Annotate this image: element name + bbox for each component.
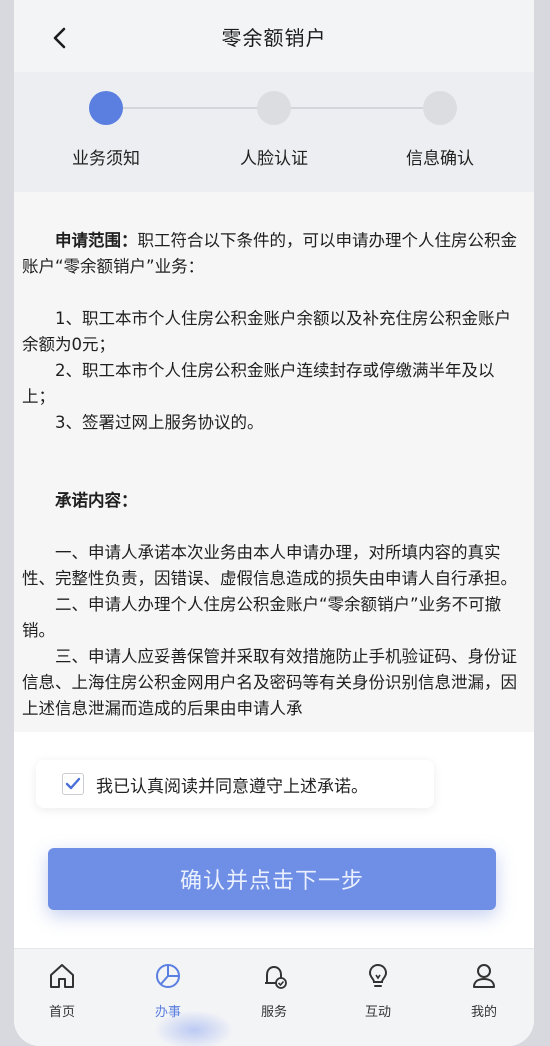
confirm-next-button[interactable]: 确认并点击下一步 [48,848,496,910]
tab-mine-label: 我的 [470,1005,497,1020]
back-button[interactable] [44,22,76,54]
step-dot-1 [89,91,123,125]
condition-item: 3、签署过网上服务协议的。 [55,413,264,432]
promise-item: 二、申请人办理个人住房公积金账户“零余额销户”业务不可撤销。 [22,595,502,640]
tab-home-label: 首页 [48,1005,75,1020]
bell-check-icon [265,966,287,989]
promise-title: 承诺内容： [55,491,138,510]
step-connector [274,107,440,109]
tab-home[interactable]: 首页 [22,959,102,1029]
check-icon [65,777,81,790]
phone-screen: 零余额销户 业务须知 人脸认证 信息确认 申请范围：职工符合以下条件的，可以申请… [14,0,534,1046]
step-indicator: 业务须知 人脸认证 信息确认 [14,72,534,192]
agreement-text: 我已认真阅读并同意遵守上述承诺。 [96,776,368,797]
tab-service[interactable]: 服务 [234,959,314,1029]
condition-item: 1、职工本市个人住房公积金账户余额以及补充住房公积金账户余额为0元； [22,309,511,354]
user-icon [473,964,495,988]
tab-service-label: 服务 [260,1005,287,1020]
step-label-3: 信息确认 [406,149,474,169]
scope-title: 申请范围： [55,231,138,250]
step-dot-2 [257,91,291,125]
notice-content[interactable]: 申请范围：职工符合以下条件的，可以申请办理个人住房公积金账户“零余额销户”业务：… [14,192,534,732]
condition-item: 2、职工本市个人住房公积金账户连续封存或停缴满半年及以上； [22,361,495,406]
agreement-checkbox-row[interactable]: 我已认真阅读并同意遵守上述承诺。 [36,760,434,808]
home-icon [50,964,74,988]
tab-interaction[interactable]: 互动 [338,959,418,1029]
scope-paragraph: 申请范围：职工符合以下条件的，可以申请办理个人住房公积金账户“零余额销户”业务： [22,228,520,280]
step-label-2: 人脸认证 [240,149,308,169]
bottom-tab-bar: 首页 办事 服务 [14,948,534,1046]
step-connector [106,107,274,109]
pie-chart-icon [156,964,180,988]
step-dot-3 [423,91,457,125]
tab-mine[interactable]: 我的 [444,959,524,1029]
step-label-1: 业务须知 [72,149,140,169]
active-tab-glow [154,1010,234,1046]
chevron-left-icon [53,27,66,49]
page-title: 零余额销户 [221,25,327,50]
agreement-checkbox[interactable] [62,773,84,795]
promise-item: 三、申请人应妥善保管并采取有效措施防止手机验证码、身份证信息、上海住房公积金网用… [22,647,517,718]
lightbulb-icon [368,963,388,987]
header-bar: 零余额销户 [14,0,534,72]
promise-item: 一、申请人承诺本次业务由本人申请办理，对所填内容的真实性、完整性负责，因错误、虚… [22,543,517,588]
tab-interaction-label: 互动 [364,1005,391,1020]
